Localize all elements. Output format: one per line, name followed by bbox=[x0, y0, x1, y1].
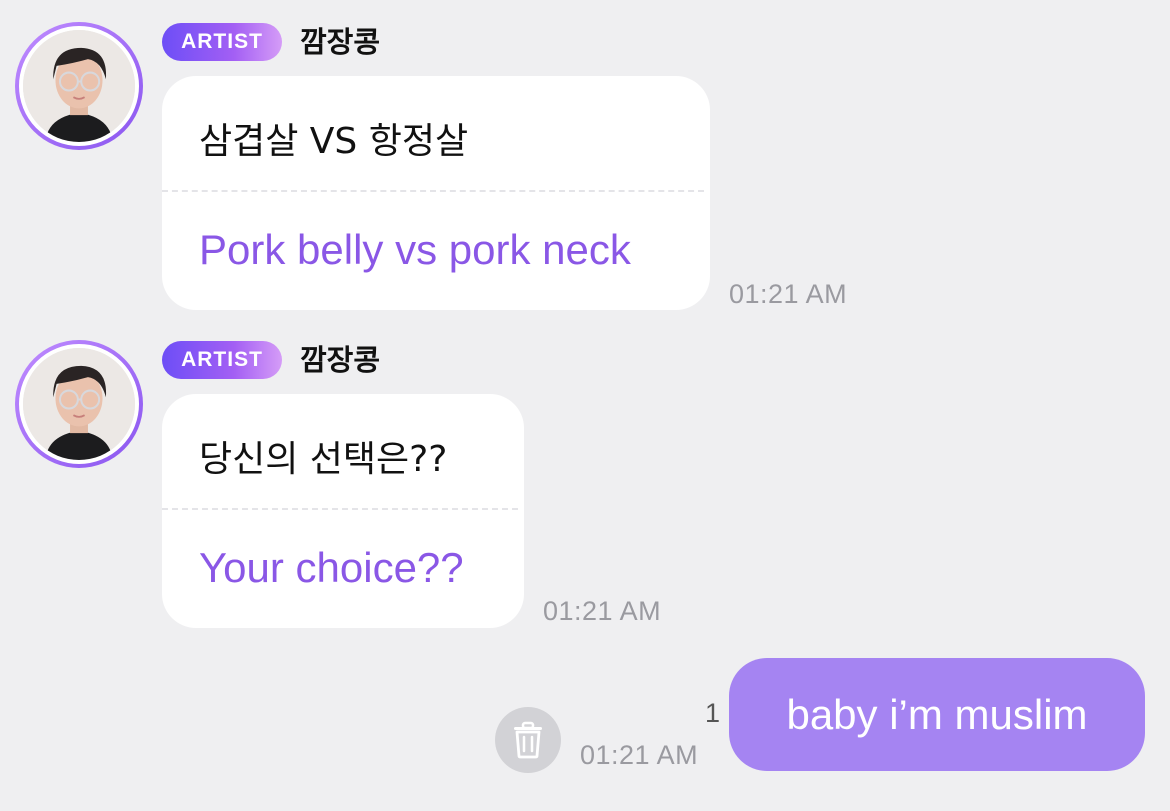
message-timestamp: 01:21 AM bbox=[543, 596, 662, 626]
original-text: 삼겹살 VS 항정살 bbox=[199, 121, 469, 162]
avatar-photo bbox=[19, 344, 139, 464]
trash-icon bbox=[514, 721, 542, 759]
message-bubble[interactable]: 당신의 선택은?? Your choice?? bbox=[162, 394, 524, 628]
translation-text: Pork belly vs pork neck bbox=[199, 226, 631, 273]
message-timestamp: 01:21 AM bbox=[580, 740, 699, 770]
artist-badge: ARTIST bbox=[162, 23, 282, 61]
my-message-bubble[interactable]: baby i’m muslim bbox=[729, 658, 1145, 771]
translation-divider bbox=[162, 190, 704, 192]
message-timestamp: 01:21 AM bbox=[729, 279, 848, 309]
message-bubble[interactable]: 삼겹살 VS 항정살 Pork belly vs pork neck bbox=[162, 76, 710, 310]
person-avatar-icon bbox=[23, 30, 135, 142]
translation-text: Your choice?? bbox=[199, 544, 464, 591]
unread-count: 1 bbox=[704, 698, 720, 728]
translation-divider bbox=[162, 508, 518, 510]
original-text: 당신의 선택은?? bbox=[199, 439, 448, 480]
artist-avatar[interactable] bbox=[15, 22, 143, 150]
sender-name[interactable]: 깜장콩 bbox=[300, 341, 380, 379]
person-avatar-icon bbox=[23, 348, 135, 460]
artist-badge: ARTIST bbox=[162, 341, 282, 379]
sender-name[interactable]: 깜장콩 bbox=[300, 23, 380, 61]
delete-button[interactable] bbox=[495, 707, 561, 773]
artist-avatar[interactable] bbox=[15, 340, 143, 468]
avatar-photo bbox=[19, 26, 139, 146]
